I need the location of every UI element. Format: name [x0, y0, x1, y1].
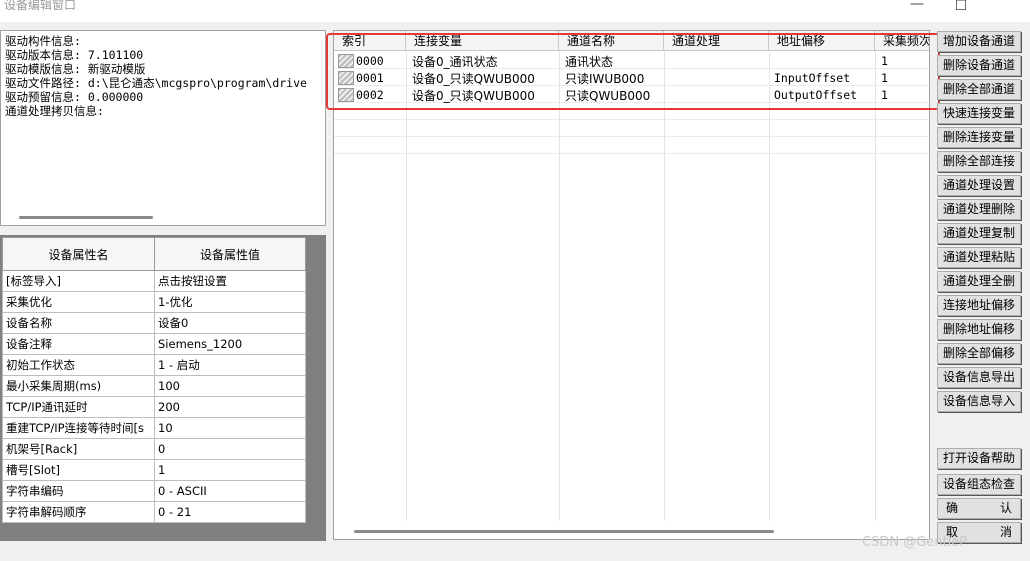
property-name: TCP/IP通讯延时 [2, 396, 155, 418]
column-divider [559, 51, 560, 521]
property-row[interactable]: 槽号[Slot] 1 [2, 459, 306, 481]
ok-button[interactable]: 确 认 [937, 498, 1021, 519]
delete-channel-button[interactable]: 删除设备通道 [937, 55, 1021, 76]
info-line: 驱动构件信息: [5, 34, 81, 48]
watermark: CSDN @GentleP [862, 535, 968, 550]
property-name: 字符串解码顺序 [2, 501, 155, 523]
property-row[interactable]: [标签导入] 点击按钮设置 [2, 270, 306, 292]
connect-address-offset-button[interactable]: 连接地址偏移 [937, 295, 1021, 316]
ok-button-label-left: 确 [946, 501, 959, 515]
property-name: 设备名称 [2, 312, 155, 334]
property-row[interactable]: 最小采集周期(ms) 100 [2, 375, 306, 397]
delete-connect-variable-button[interactable]: 删除连接变量 [937, 127, 1021, 148]
info-line: 通道处理拷贝信息: [5, 104, 104, 118]
property-name: 采集优化 [2, 291, 155, 313]
property-name: 初始工作状态 [2, 354, 155, 376]
property-name: 机架号[Rack] [2, 438, 155, 460]
property-row[interactable]: 字符串编码 0 - ASCII [2, 480, 306, 502]
property-name-header: 设备属性名 [2, 237, 155, 271]
grid-horizontal-scrollbar[interactable] [354, 530, 774, 533]
property-row[interactable]: 重建TCP/IP连接等待时间[s 10 [2, 417, 306, 439]
delete-all-channels-button[interactable]: 删除全部通道 [937, 79, 1021, 100]
property-value[interactable]: 1 - 启动 [154, 354, 306, 376]
property-value[interactable]: 设备0 [154, 312, 306, 334]
channel-process-paste-button[interactable]: 通道处理粘贴 [937, 247, 1021, 268]
device-config-check-button[interactable]: 设备组态检查 [937, 474, 1021, 495]
column-divider [406, 51, 407, 521]
info-line: 驱动预留信息: 0.000000 [5, 90, 144, 104]
title-bar: 设备编辑窗口 — ☐ [0, 0, 1030, 22]
info-line: 驱动模版信息: 新驱动模版 [5, 62, 146, 76]
info-horizontal-scrollbar[interactable] [19, 216, 153, 219]
column-divider [664, 51, 665, 521]
channel-process-set-button[interactable]: 通道处理设置 [937, 175, 1021, 196]
property-value[interactable]: 0 - 21 [154, 501, 306, 523]
add-channel-button[interactable]: 增加设备通道 [937, 31, 1021, 52]
driver-info-panel: 驱动构件信息: 驱动版本信息: 7.101100 驱动模版信息: 新驱动模版 驱… [0, 30, 326, 226]
property-row[interactable]: 机架号[Rack] 0 [2, 438, 306, 460]
maximize-icon[interactable]: ☐ [946, 0, 976, 16]
property-name: 最小采集周期(ms) [2, 375, 155, 397]
row-divider [334, 136, 929, 137]
property-row[interactable]: 初始工作状态 1 - 启动 [2, 354, 306, 376]
property-value[interactable]: 10 [154, 417, 306, 439]
delete-all-connect-button[interactable]: 删除全部连接 [937, 151, 1021, 172]
property-name: 设备注释 [2, 333, 155, 355]
column-divider [875, 51, 876, 521]
property-value-header: 设备属性值 [154, 237, 306, 271]
row-divider [334, 153, 929, 154]
open-device-help-button[interactable]: 打开设备帮助 [937, 448, 1021, 469]
property-value[interactable]: 100 [154, 375, 306, 397]
row-divider [334, 119, 929, 120]
delete-address-offset-button[interactable]: 删除地址偏移 [937, 319, 1021, 340]
property-name: 槽号[Slot] [2, 459, 155, 481]
channel-process-delete-button[interactable]: 通道处理删除 [937, 199, 1021, 220]
property-row[interactable]: 采集优化 1-优化 [2, 291, 306, 313]
cancel-button-label-right: 消 [999, 525, 1012, 539]
property-value[interactable]: 0 [154, 438, 306, 460]
property-value[interactable]: 点击按钮设置 [154, 270, 306, 292]
property-name: 字符串编码 [2, 480, 155, 502]
property-value[interactable]: Siemens_1200 [154, 333, 306, 355]
info-line: 驱动版本信息: 7.101100 [5, 48, 144, 62]
property-row[interactable]: 设备名称 设备0 [2, 312, 306, 334]
quick-connect-variable-button[interactable]: 快速连接变量 [937, 103, 1021, 124]
device-properties-table: 设备属性名 设备属性值 [标签导入] 点击按钮设置 采集优化 1-优化 设备名称 设备… [2, 237, 306, 523]
property-row[interactable]: 字符串解码顺序 0 - 21 [2, 501, 306, 523]
property-name: [标签导入] [2, 270, 155, 292]
minimize-icon[interactable]: — [902, 0, 932, 14]
property-row[interactable]: 设备注释 Siemens_1200 [2, 333, 306, 355]
highlight-box [326, 33, 940, 110]
channel-process-copy-button[interactable]: 通道处理复制 [937, 223, 1021, 244]
delete-all-offset-button[interactable]: 删除全部偏移 [937, 343, 1021, 364]
import-device-info-button[interactable]: 设备信息导入 [937, 391, 1021, 412]
device-properties-area: 设备属性名 设备属性值 [标签导入] 点击按钮设置 采集优化 1-优化 设备名称 设备… [0, 235, 326, 541]
export-device-info-button[interactable]: 设备信息导出 [937, 367, 1021, 388]
property-value[interactable]: 0 - ASCII [154, 480, 306, 502]
channel-process-delete-all-button[interactable]: 通道处理全删 [937, 271, 1021, 292]
column-divider [769, 51, 770, 521]
window-title: 设备编辑窗口 [4, 0, 77, 12]
property-row[interactable]: TCP/IP通讯延时 200 [2, 396, 306, 418]
property-value[interactable]: 1 [154, 459, 306, 481]
property-name: 重建TCP/IP连接等待时间[s [2, 417, 155, 439]
ok-button-label-right: 认 [999, 501, 1012, 515]
property-value[interactable]: 200 [154, 396, 306, 418]
property-value[interactable]: 1-优化 [154, 291, 306, 313]
info-line: 驱动文件路径: d:\昆仑通态\mcgspro\program\drive [5, 76, 307, 90]
